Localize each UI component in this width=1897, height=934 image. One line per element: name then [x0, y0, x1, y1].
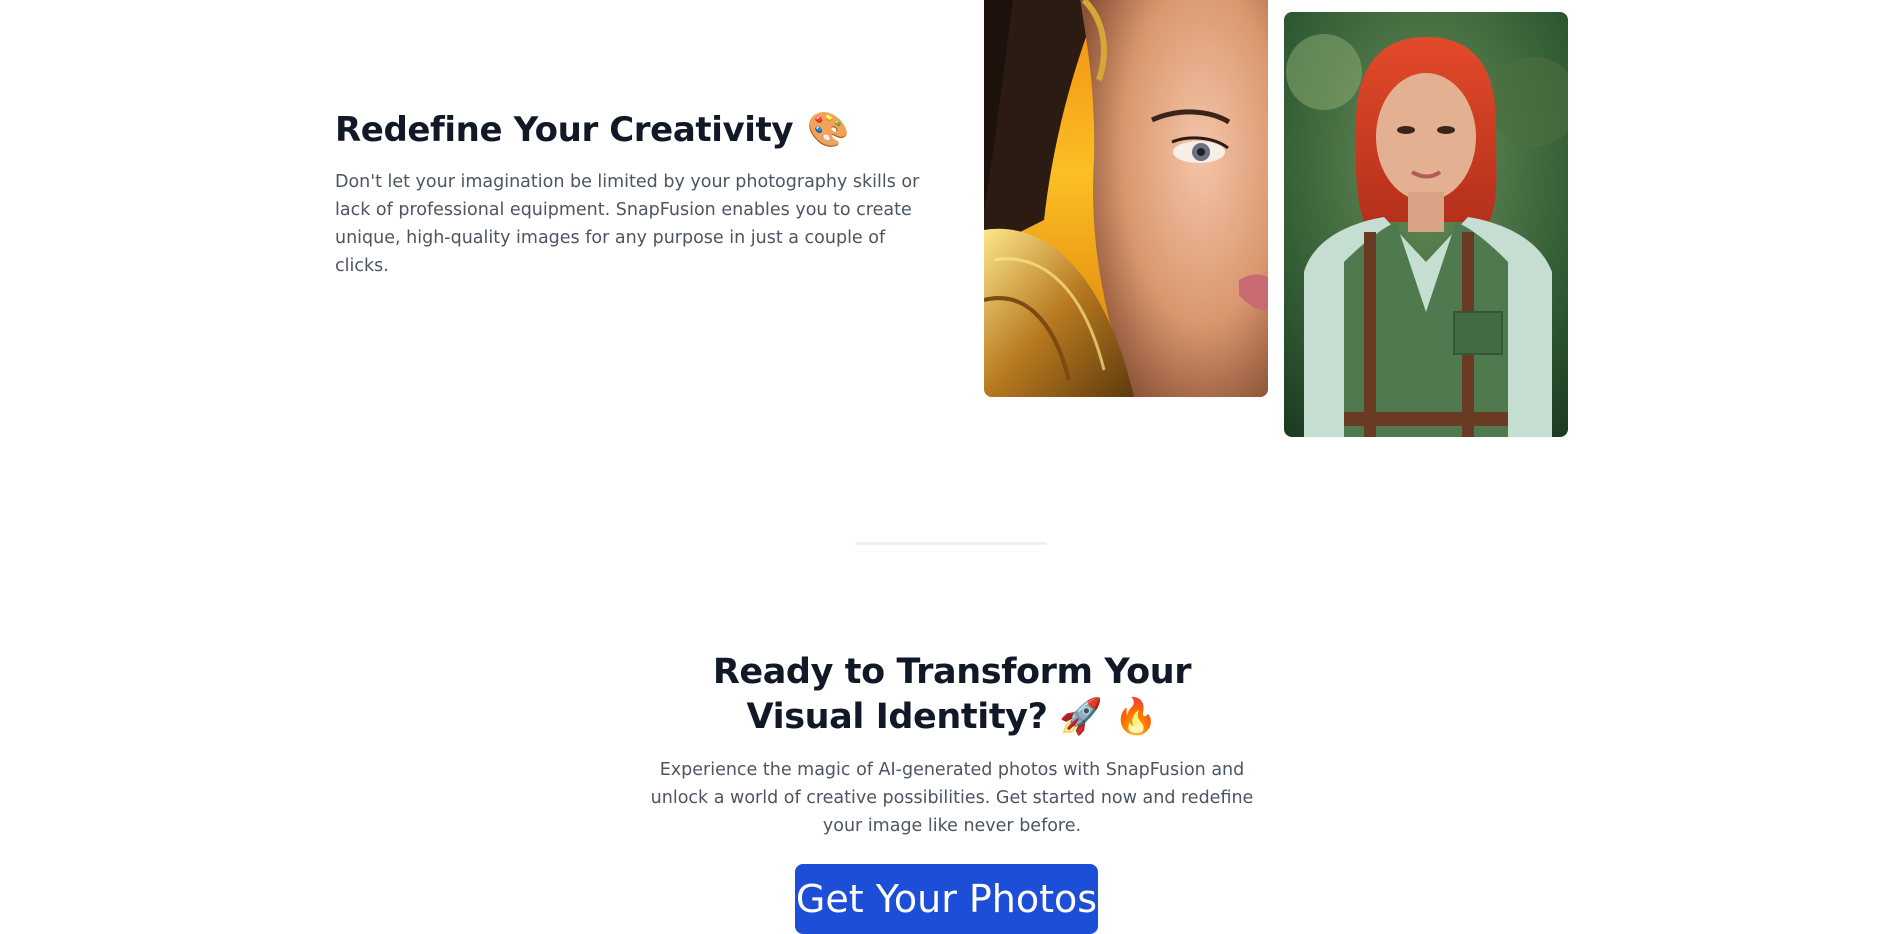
golden-warrior-portrait-image	[984, 0, 1268, 397]
cta-heading: Ready to Transform Your Visual Identity?…	[658, 650, 1246, 740]
creativity-heading: Redefine Your Creativity 🎨	[335, 110, 849, 150]
rocket-icon: 🚀	[1059, 697, 1103, 737]
section-divider	[855, 542, 1047, 545]
creativity-description: Don't let your imagination be limited by…	[335, 172, 920, 276]
creativity-heading-text: Redefine Your Creativity	[335, 110, 794, 150]
fire-icon: 🔥	[1114, 697, 1158, 737]
red-hair-woman-portrait-image	[1284, 12, 1568, 437]
cta-description: Experience the magic of AI-generated pho…	[650, 760, 1254, 836]
palette-icon: 🎨	[807, 110, 850, 150]
get-your-photos-button[interactable]: Get Your Photos	[795, 864, 1098, 934]
